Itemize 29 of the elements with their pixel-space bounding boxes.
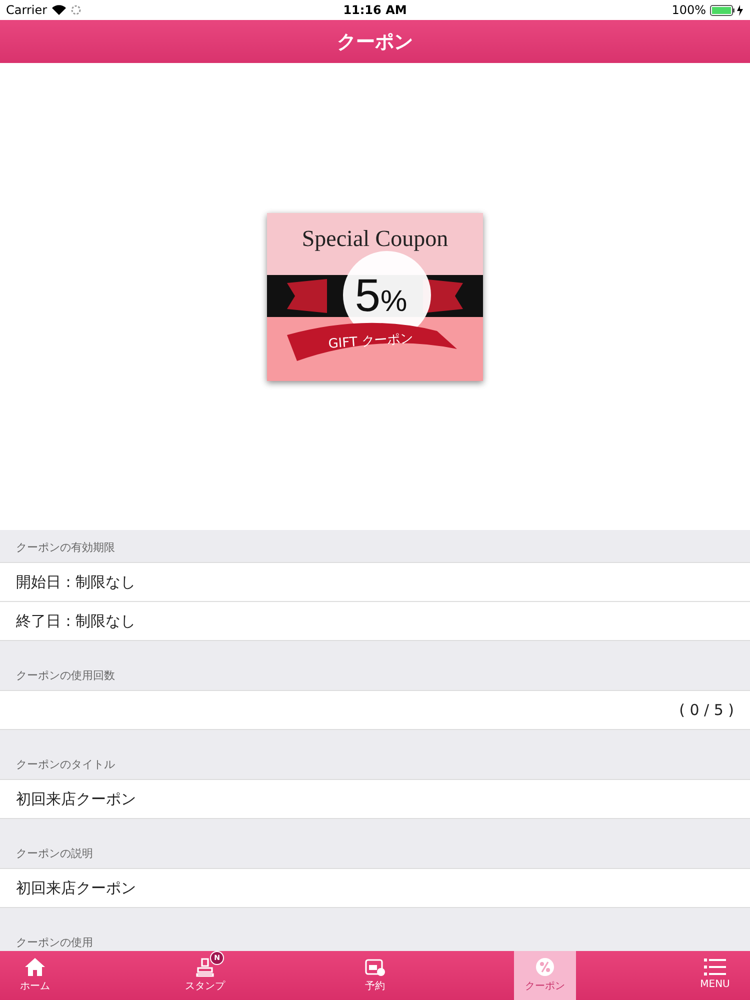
home-icon — [24, 957, 46, 977]
stamp-icon — [194, 957, 216, 977]
tab-item[interactable]: 予約 — [344, 951, 406, 1000]
ribbon-text: GIFT クーポン — [328, 330, 414, 352]
section-header: クーポンの使用 — [16, 935, 93, 950]
tab-item[interactable]: ホーム — [4, 951, 66, 1000]
tab-item[interactable]: MENU — [684, 951, 746, 1000]
carrier-name: Carrier — [6, 3, 48, 17]
wifi-icon — [52, 5, 66, 15]
info-row: 初回来店クーポン — [16, 790, 136, 808]
percent-icon — [535, 957, 555, 977]
section-header: クーポンの説明 — [16, 846, 93, 861]
info-row: 開始日 : 制限なし — [16, 572, 136, 592]
battery-percent: 100% — [672, 3, 706, 17]
calendar-icon — [364, 957, 386, 977]
nav-title: クーポン — [337, 30, 413, 54]
coupon-heading: Special Coupon — [302, 226, 448, 250]
section-header: クーポンの使用回数 — [16, 668, 115, 683]
battery-icon — [710, 4, 744, 16]
loading-icon — [71, 5, 82, 15]
menu-icon — [703, 957, 727, 977]
info-row: 終了日 : 制限なし — [16, 612, 136, 630]
section-header: クーポンのタイトル — [16, 757, 115, 772]
tab-item[interactable]: クーポン — [514, 951, 576, 1000]
info-row: ( 0 / 5 ) — [679, 701, 734, 719]
coupon-discount: 5% — [354, 268, 408, 320]
info-row: 初回来店クーポン — [16, 878, 136, 898]
status-time: 11:16 AM — [343, 3, 407, 17]
section-header: クーポンの有効期限 — [16, 540, 115, 555]
